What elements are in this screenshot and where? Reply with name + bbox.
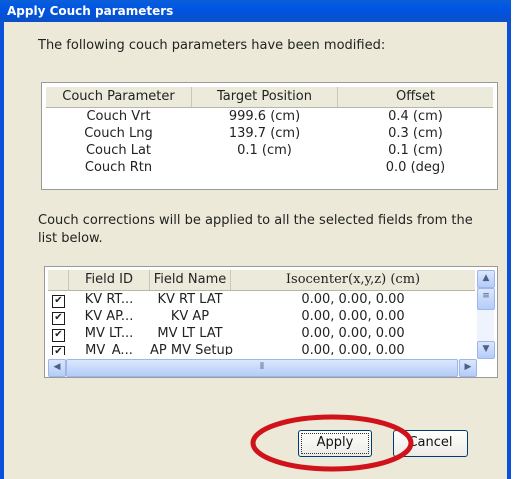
field-isocenter: 0.00, 0.00, 0.00 — [301, 343, 405, 355]
param-name: Couch Lng — [84, 126, 153, 141]
param-name: Couch Vrt — [86, 109, 151, 124]
field-name: KV AP — [170, 309, 210, 324]
param-target: 139.7 (cm) — [228, 126, 301, 141]
field-name: AP MV Setup — [150, 343, 233, 355]
window-border-right — [507, 22, 511, 479]
scroll-thumb-horizontal[interactable]: ⦀ — [66, 359, 458, 377]
window-border-left — [0, 22, 4, 479]
param-offset: 0.4 (cm) — [388, 109, 443, 124]
param-target: 999.6 (cm) — [228, 109, 301, 124]
param-row: Couch Vrt 999.6 (cm) 0.4 (cm) — [46, 109, 493, 126]
window-title: Apply Couch parameters — [7, 4, 174, 18]
couch-parameters-table: Couch Parameter Target Position Offset C… — [41, 82, 498, 190]
scroll-thumb-vertical[interactable]: ≡ — [477, 288, 495, 310]
param-target: 0.1 (cm) — [237, 143, 292, 158]
header-field-name[interactable]: Field Name — [150, 270, 231, 290]
field-isocenter: 0.00, 0.00, 0.00 — [301, 326, 405, 341]
horizontal-scrollbar[interactable]: ◀ ⦀ ▶ — [48, 359, 477, 377]
field-name: KV RT LAT — [157, 292, 223, 307]
param-name: Couch Lat — [85, 143, 152, 158]
scroll-up-icon[interactable]: ▲ — [477, 270, 495, 288]
fields-table-header: Field ID Field Name Isocenter(x,y,z) (cm… — [48, 270, 475, 291]
header-target-position[interactable]: Target Position — [192, 87, 338, 107]
table-row[interactable]: ✔ KV RT... KV RT LAT 0.00, 0.00, 0.00 — [48, 292, 475, 309]
header-isocenter[interactable]: Isocenter(x,y,z) (cm) — [231, 270, 475, 290]
field-id: MV_A... — [85, 343, 133, 355]
row-checkbox[interactable]: ✔ — [52, 312, 65, 325]
note-text: Couch corrections will be applied to all… — [38, 213, 473, 246]
param-offset: 0.1 (cm) — [388, 143, 443, 158]
param-offset: 0.3 (cm) — [388, 126, 443, 141]
scroll-right-icon[interactable]: ▶ — [459, 359, 477, 377]
dialog-window: Apply Couch parameters The following cou… — [0, 0, 511, 479]
vertical-scrollbar[interactable]: ▲ ≡ ▼ — [477, 270, 495, 359]
field-id: KV AP... — [84, 309, 134, 324]
field-name: MV LT LAT — [157, 326, 223, 341]
field-id: MV LT... — [84, 326, 134, 341]
param-row: Couch Rtn 0.0 (deg) — [46, 160, 493, 177]
title-bar[interactable]: Apply Couch parameters — [0, 0, 511, 22]
field-id: KV RT... — [84, 292, 134, 307]
header-offset[interactable]: Offset — [338, 87, 493, 107]
header-check — [48, 270, 69, 290]
fields-list: Field ID Field Name Isocenter(x,y,z) (cm… — [44, 266, 498, 378]
table-row[interactable]: ✔ MV_A... AP MV Setup 0.00, 0.00, 0.00 — [48, 343, 475, 355]
field-isocenter: 0.00, 0.00, 0.00 — [301, 292, 405, 307]
param-offset: 0.0 (deg) — [385, 160, 446, 175]
highlight-ellipse — [250, 414, 414, 472]
param-row: Couch Lng 139.7 (cm) 0.3 (cm) — [46, 126, 493, 143]
scroll-down-icon[interactable]: ▼ — [477, 341, 495, 359]
header-couch-parameter[interactable]: Couch Parameter — [46, 87, 192, 107]
row-checkbox[interactable]: ✔ — [52, 329, 65, 342]
header-field-id[interactable]: Field ID — [69, 270, 150, 290]
table-row[interactable]: ✔ MV LT... MV LT LAT 0.00, 0.00, 0.00 — [48, 326, 475, 343]
params-table-header: Couch Parameter Target Position Offset — [46, 87, 493, 108]
intro-text: The following couch parameters have been… — [38, 38, 386, 53]
row-checkbox[interactable]: ✔ — [52, 346, 65, 355]
table-row[interactable]: ✔ KV AP... KV AP 0.00, 0.00, 0.00 — [48, 309, 475, 326]
row-checkbox[interactable]: ✔ — [52, 295, 65, 308]
param-name: Couch Rtn — [84, 160, 153, 175]
scroll-left-icon[interactable]: ◀ — [48, 359, 66, 377]
param-row: Couch Lat 0.1 (cm) 0.1 (cm) — [46, 143, 493, 160]
field-isocenter: 0.00, 0.00, 0.00 — [301, 309, 405, 324]
